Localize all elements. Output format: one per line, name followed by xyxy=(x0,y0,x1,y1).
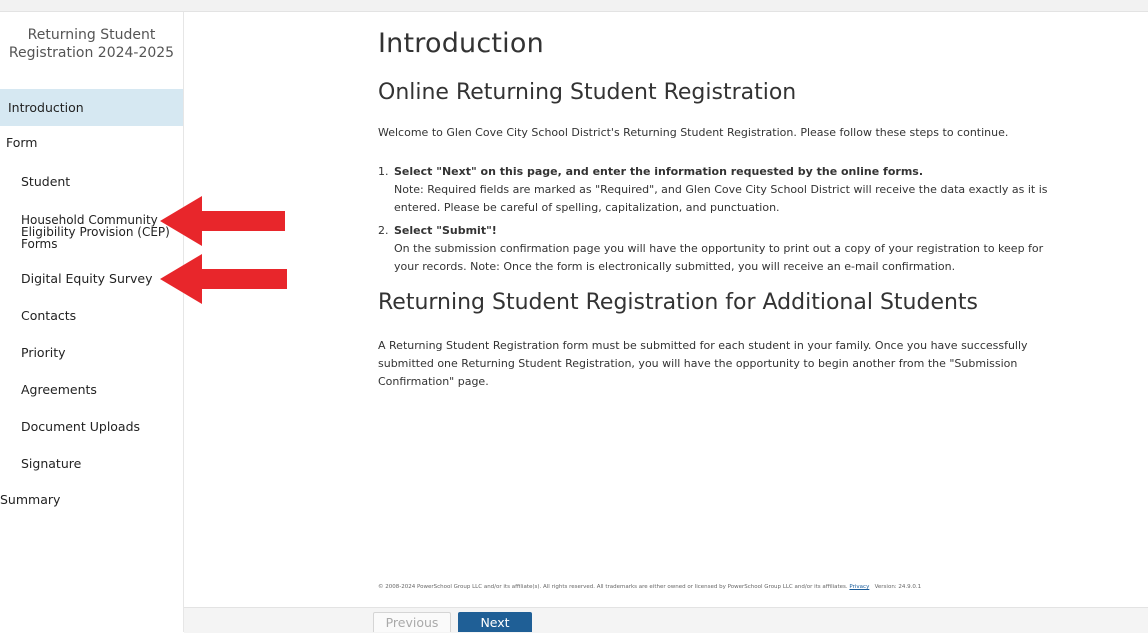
bottom-bar xyxy=(184,607,1148,633)
additional-students-text: A Returning Student Registration form mu… xyxy=(378,339,1028,388)
sidebar-item-household-cep-forms[interactable]: Household Community Eligibility Provisio… xyxy=(0,214,183,250)
step-1: 1. Select "Next" on this page, and enter… xyxy=(378,163,1068,217)
step-text: On the submission confirmation page you … xyxy=(394,242,1044,255)
step-text: entered. Please be careful of spelling, … xyxy=(394,201,780,214)
sidebar-item-signature[interactable]: Signature xyxy=(0,454,183,474)
step-title: Select "Next" on this page, and enter th… xyxy=(394,165,924,178)
previous-button[interactable]: Previous xyxy=(373,612,451,632)
footer-copyright: © 2008-2024 PowerSchool Group LLC and/or… xyxy=(378,584,922,590)
step-text: your records. Note: Once the form is ele… xyxy=(394,260,956,273)
step-title: Select "Submit"! xyxy=(394,224,497,237)
step-2: 2. Select "Submit"! On the submission co… xyxy=(378,222,1068,276)
section-heading-online-registration: Online Returning Student Registration xyxy=(378,80,797,105)
sidebar-item-agreements[interactable]: Agreements xyxy=(0,380,183,400)
version-text: Version: 24.9.0.1 xyxy=(874,584,922,590)
welcome-text: Welcome to Glen Cove City School Distric… xyxy=(378,126,1009,139)
sidebar-item-student[interactable]: Student xyxy=(0,172,183,192)
top-border xyxy=(0,0,1148,12)
step-text: Note: Required fields are marked as "Req… xyxy=(394,183,1048,196)
main-content: Introduction Online Returning Student Re… xyxy=(184,12,1148,607)
sidebar-item-form[interactable]: Form xyxy=(0,133,183,153)
sidebar-title: Returning Student Registration 2024-2025 xyxy=(8,27,175,61)
step-number: 1. xyxy=(378,165,389,178)
sidebar-item-introduction[interactable]: Introduction xyxy=(0,89,183,126)
sidebar-item-document-uploads[interactable]: Document Uploads xyxy=(0,417,183,437)
sidebar: Returning Student Registration 2024-2025… xyxy=(0,12,184,632)
sidebar-item-digital-equity-survey[interactable]: Digital Equity Survey xyxy=(0,269,183,289)
sidebar-item-summary[interactable]: Summary xyxy=(0,490,183,510)
section-heading-additional-students: Returning Student Registration for Addit… xyxy=(378,290,979,315)
next-button[interactable]: Next xyxy=(458,612,532,632)
sidebar-item-contacts[interactable]: Contacts xyxy=(0,306,183,326)
page-title: Introduction xyxy=(378,28,544,59)
step-number: 2. xyxy=(378,224,389,237)
sidebar-item-priority[interactable]: Priority xyxy=(0,343,183,363)
privacy-link[interactable]: Privacy xyxy=(849,584,869,590)
